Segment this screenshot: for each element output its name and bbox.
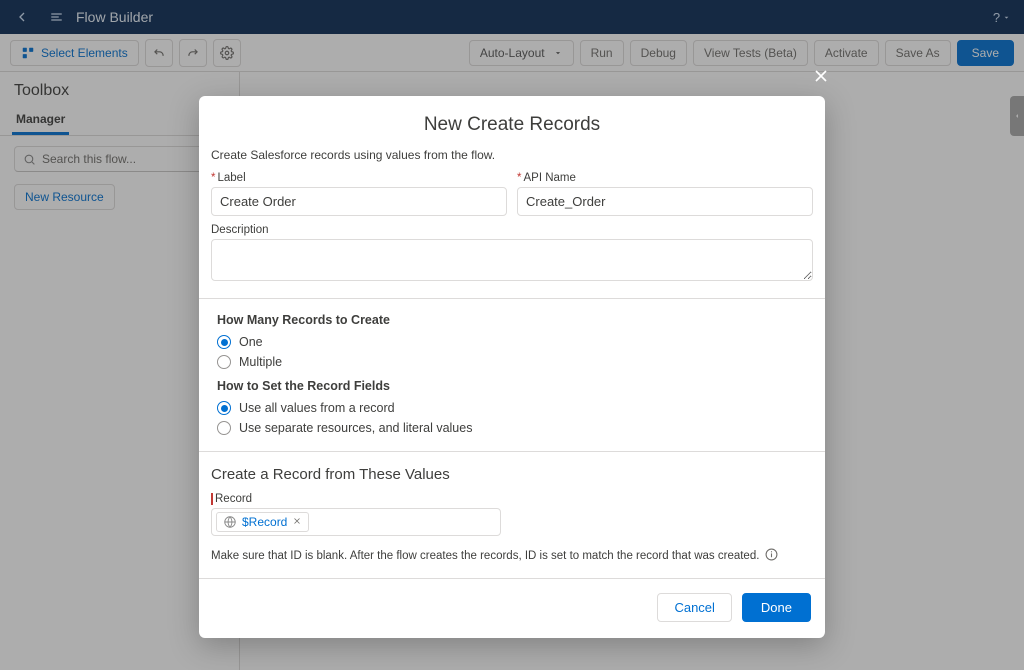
radio-icon bbox=[217, 401, 231, 415]
label-field-label: *Label bbox=[211, 172, 507, 184]
label-input[interactable] bbox=[211, 187, 507, 216]
description-field-label: Description bbox=[211, 224, 813, 236]
how-many-title: How Many Records to Create bbox=[217, 313, 807, 327]
info-icon[interactable] bbox=[765, 548, 778, 564]
radio-icon bbox=[217, 421, 231, 435]
globe-icon bbox=[223, 515, 237, 529]
api-name-field-label: *API Name bbox=[517, 172, 813, 184]
radio-icon bbox=[217, 355, 231, 369]
record-field-label: Record bbox=[211, 493, 813, 505]
record-pill-remove[interactable] bbox=[292, 515, 302, 529]
description-input[interactable] bbox=[211, 239, 813, 281]
record-input[interactable]: $Record bbox=[211, 508, 501, 536]
how-set-title: How to Set the Record Fields bbox=[217, 379, 807, 393]
api-name-input[interactable] bbox=[517, 187, 813, 216]
cancel-button[interactable]: Cancel bbox=[657, 593, 731, 622]
radio-one[interactable]: One bbox=[217, 335, 807, 349]
close-icon bbox=[811, 66, 831, 86]
radio-use-separate[interactable]: Use separate resources, and literal valu… bbox=[217, 421, 807, 435]
create-records-modal: New Create Records Create Salesforce rec… bbox=[199, 96, 825, 638]
record-pill-text: $Record bbox=[242, 515, 287, 529]
create-from-title: Create a Record from These Values bbox=[199, 452, 825, 487]
record-pill: $Record bbox=[216, 512, 309, 532]
radio-use-all[interactable]: Use all values from a record bbox=[217, 401, 807, 415]
modal-overlay: New Create Records Create Salesforce rec… bbox=[0, 0, 1024, 670]
modal-description: Create Salesforce records using values f… bbox=[199, 144, 825, 172]
done-button[interactable]: Done bbox=[742, 593, 811, 622]
radio-multiple[interactable]: Multiple bbox=[217, 355, 807, 369]
close-button[interactable] bbox=[811, 66, 831, 92]
radio-icon bbox=[217, 335, 231, 349]
id-blank-hint: Make sure that ID is blank. After the fl… bbox=[211, 550, 759, 562]
modal-title: New Create Records bbox=[199, 96, 825, 144]
